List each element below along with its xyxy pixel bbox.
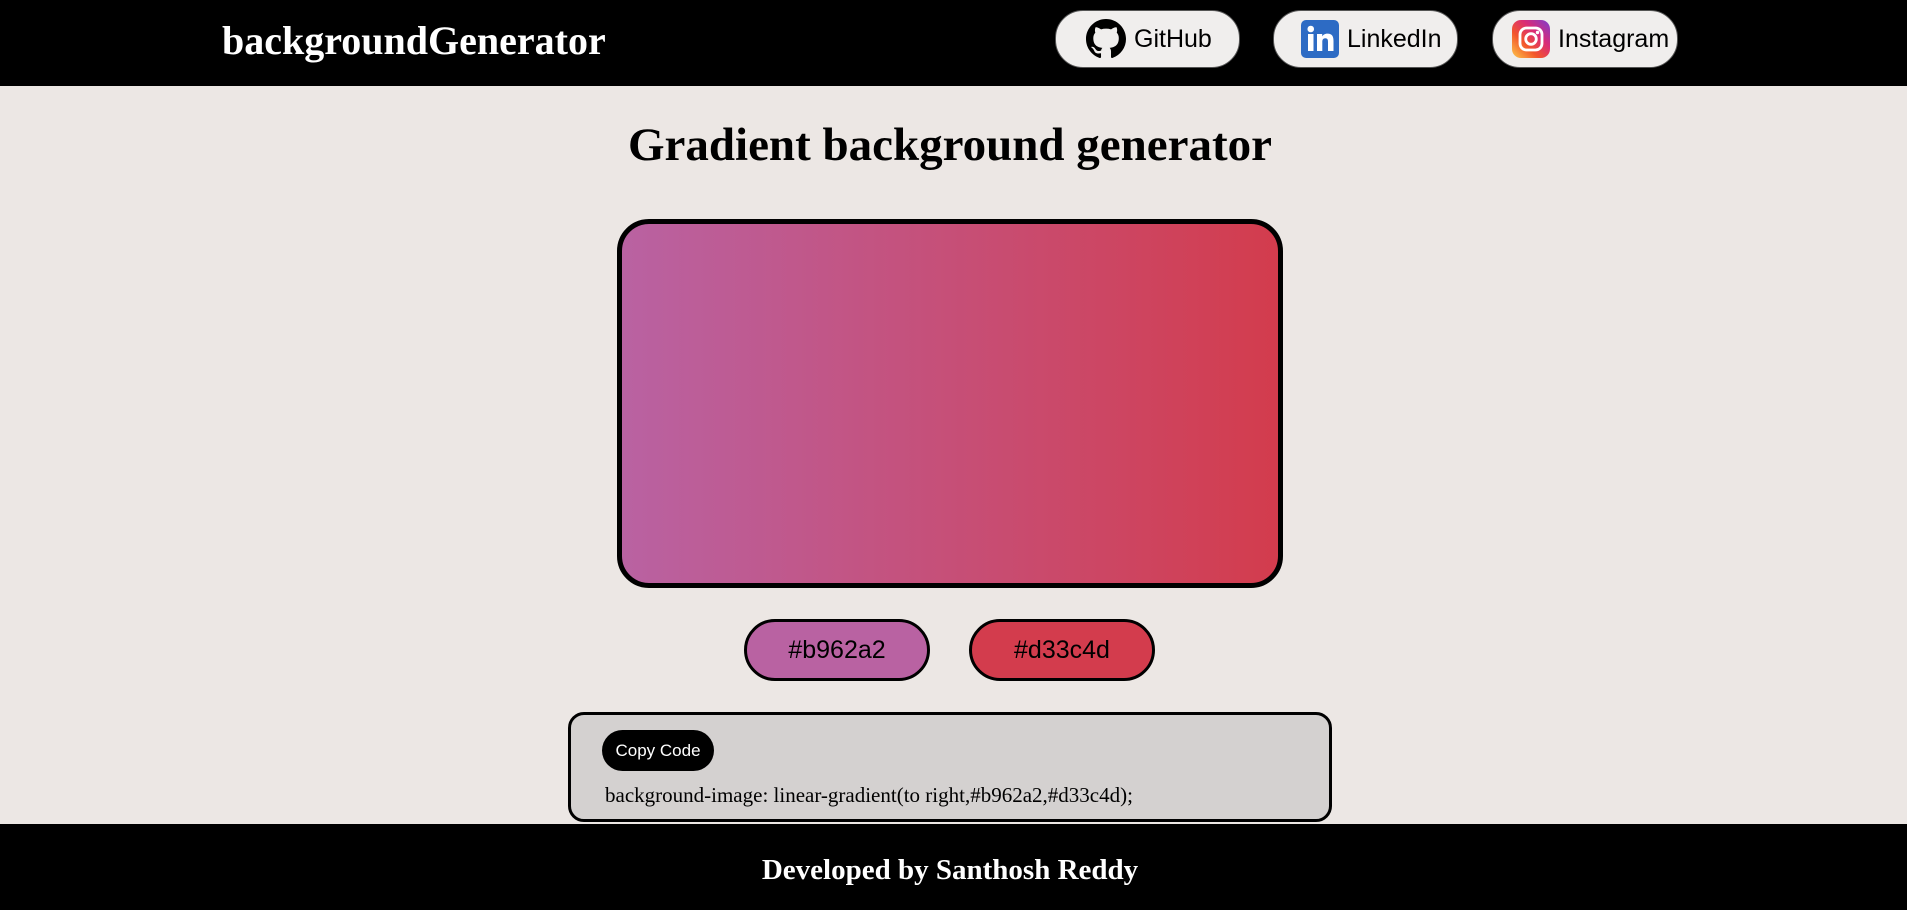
github-link[interactable]: GitHub (1055, 10, 1240, 68)
css-code-box: Copy Code background-image: linear-gradi… (568, 712, 1332, 822)
top-navbar: backgroundGenerator GitHub LinkedIn Inst… (0, 0, 1907, 86)
github-icon (1086, 19, 1126, 59)
instagram-icon (1512, 20, 1550, 58)
css-code-text: background-image: linear-gradient(to rig… (605, 783, 1133, 807)
page-title: Gradient background generator (627, 119, 1273, 171)
gradient-preview (617, 219, 1283, 588)
instagram-link[interactable]: Instagram (1492, 10, 1678, 68)
color2-picker-button[interactable]: #d33c4d (969, 619, 1155, 681)
color1-picker-button[interactable]: #b962a2 (744, 619, 930, 681)
site-brand[interactable]: backgroundGenerator (222, 18, 606, 64)
footer: Developed by Santhosh Reddy (0, 824, 1907, 910)
footer-credit: Developed by Santhosh Reddy (761, 854, 1139, 886)
linkedin-icon (1301, 20, 1339, 58)
github-label: GitHub (1134, 24, 1212, 53)
copy-code-button[interactable]: Copy Code (602, 730, 714, 771)
linkedin-label: LinkedIn (1347, 24, 1442, 53)
linkedin-link[interactable]: LinkedIn (1273, 10, 1458, 68)
instagram-label: Instagram (1558, 24, 1670, 53)
